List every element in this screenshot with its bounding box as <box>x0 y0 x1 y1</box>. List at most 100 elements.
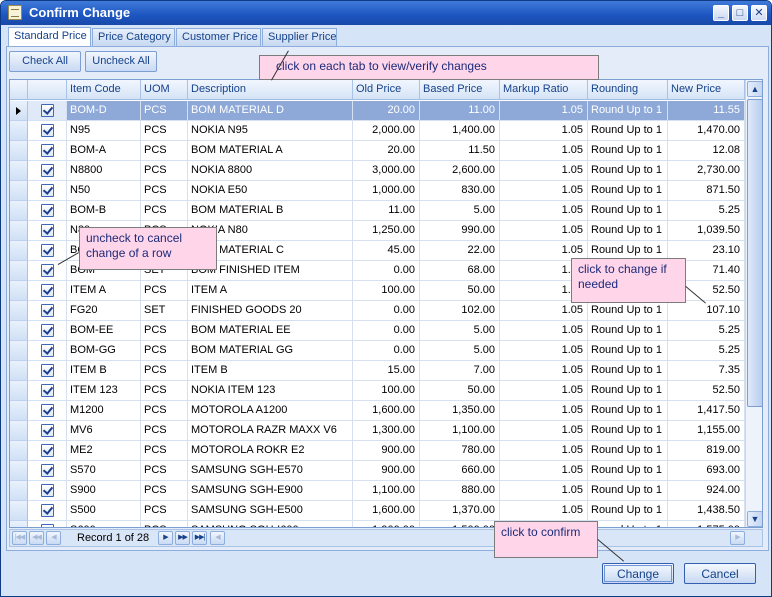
row-header[interactable] <box>10 521 28 527</box>
first-record-icon[interactable]: |◀◀ <box>12 531 27 545</box>
cell-rounding[interactable]: Round Up to 1 <box>588 361 668 381</box>
scroll-right-icon[interactable]: ▶ <box>730 531 745 545</box>
row-header[interactable] <box>10 361 28 381</box>
cell-rounding[interactable]: Round Up to 1 <box>588 101 668 121</box>
row-header[interactable] <box>10 281 28 301</box>
row-checkbox[interactable] <box>41 444 54 457</box>
row-header[interactable] <box>10 261 28 281</box>
table-row[interactable]: BOM-GG PCS BOM MATERIAL GG 0.00 5.00 1.05 Roun… <box>10 341 745 361</box>
row-checkbox[interactable] <box>41 504 54 517</box>
row-checkbox[interactable] <box>41 204 54 217</box>
row-header[interactable] <box>10 501 28 521</box>
table-row[interactable]: BOM-EE PCS BOM MATERIAL EE 0.00 5.00 1.05 Roun… <box>10 321 745 341</box>
table-row[interactable]: BOM-A PCS BOM MATERIAL A 20.00 11.50 1.05 Roun… <box>10 141 745 161</box>
row-checkbox[interactable] <box>41 484 54 497</box>
cancel-button[interactable]: Cancel <box>684 563 756 584</box>
row-header[interactable] <box>10 441 28 461</box>
column-header-uom[interactable]: UOM <box>141 80 188 100</box>
cell-rounding[interactable]: Round Up to 1 <box>588 181 668 201</box>
scroll-up-icon[interactable]: ▲ <box>747 81 762 97</box>
vertical-scrollbar[interactable]: ▲ ▼ <box>745 80 762 527</box>
row-header[interactable] <box>10 461 28 481</box>
row-header[interactable] <box>10 201 28 221</box>
table-row[interactable]: BOM-D PCS BOM MATERIAL D 20.00 11.00 1.05 Roun… <box>10 101 745 121</box>
close-icon[interactable]: ✕ <box>751 5 767 21</box>
cell-rounding[interactable]: Round Up to 1 <box>588 481 668 501</box>
column-header-item-code[interactable]: Item Code <box>67 80 141 100</box>
tab-customer-price[interactable]: Customer Price <box>176 28 261 47</box>
row-checkbox[interactable] <box>41 304 54 317</box>
tab-supplier-price[interactable]: Supplier Price <box>262 28 337 47</box>
row-checkbox[interactable] <box>41 404 54 417</box>
cell-rounding[interactable]: Round Up to 1 <box>588 301 668 321</box>
tab-price-category[interactable]: Price Category <box>92 28 175 47</box>
row-checkbox[interactable] <box>41 184 54 197</box>
column-header-description[interactable]: Description <box>188 80 353 100</box>
cell-rounding[interactable]: Round Up to 1 <box>588 341 668 361</box>
column-header-rounding[interactable]: Rounding <box>588 80 668 100</box>
column-header-based-price[interactable]: Based Price <box>420 80 500 100</box>
maximize-icon[interactable]: □ <box>732 5 748 21</box>
previous-record-icon[interactable]: ◀ <box>46 531 61 545</box>
last-record-icon[interactable]: ▶▶| <box>192 531 207 545</box>
row-header[interactable] <box>10 341 28 361</box>
table-row[interactable]: M1200 PCS MOTOROLA A1200 1,600.00 1,350.00 1.… <box>10 401 745 421</box>
scrollbar-thumb[interactable] <box>747 99 762 407</box>
row-checkbox[interactable] <box>41 244 54 257</box>
row-header[interactable] <box>10 161 28 181</box>
scroll-down-icon[interactable]: ▼ <box>747 511 762 527</box>
next-page-icon[interactable]: ▶▶ <box>175 531 190 545</box>
next-record-icon[interactable]: ▶ <box>158 531 173 545</box>
minimize-icon[interactable]: _ <box>713 5 729 21</box>
cell-rounding[interactable]: Round Up to 1 <box>588 521 668 527</box>
row-header[interactable] <box>10 181 28 201</box>
table-row[interactable]: N95 PCS NOKIA N95 2,000.00 1,400.00 1.05 Round… <box>10 121 745 141</box>
tab-standard-price[interactable]: Standard Price <box>8 27 91 47</box>
table-row[interactable]: S600PCSSAMSUNG SGH-I6001,900.001,500.00 1… <box>10 521 745 527</box>
column-header-old-price[interactable]: Old Price <box>353 80 420 100</box>
table-row[interactable]: ITEM 123 PCS NOKIA ITEM 123 100.00 50.00 1.05… <box>10 381 745 401</box>
column-header-select[interactable] <box>28 80 67 100</box>
row-header[interactable] <box>10 241 28 261</box>
scroll-left-icon[interactable]: ◀ <box>210 531 225 545</box>
check-all-button[interactable]: Check All <box>9 51 81 72</box>
cell-rounding[interactable]: Round Up to 1 <box>588 221 668 241</box>
table-row[interactable]: ITEM B PCS ITEM B 15.00 7.00 1.05 Round Up to … <box>10 361 745 381</box>
row-header[interactable] <box>10 401 28 421</box>
table-row[interactable]: S500 PCS SAMSUNG SGH-E500 1,600.00 1,370.00 1… <box>10 501 745 521</box>
row-checkbox[interactable] <box>41 264 54 277</box>
table-row[interactable]: S900 PCS SAMSUNG SGH-E900 1,100.00 880.00 1.0… <box>10 481 745 501</box>
table-row[interactable]: S570 PCS SAMSUNG SGH-E570 900.00 660.00 1.05 R… <box>10 461 745 481</box>
table-row[interactable]: ME2 PCS MOTOROLA ROKR E2 900.00 780.00 1.05 Ro… <box>10 441 745 461</box>
row-header[interactable] <box>10 101 28 121</box>
table-row[interactable]: FG20 SET FINISHED GOODS 20 0.00 102.00 1.05 Ro… <box>10 301 745 321</box>
change-button[interactable]: Change <box>602 563 674 584</box>
row-header[interactable] <box>10 141 28 161</box>
cell-rounding[interactable]: Round Up to 1 <box>588 381 668 401</box>
row-checkbox[interactable] <box>41 144 54 157</box>
row-checkbox[interactable] <box>41 164 54 177</box>
row-checkbox[interactable] <box>41 524 54 527</box>
row-checkbox[interactable] <box>41 284 54 297</box>
column-header-new-price[interactable]: New Price <box>668 80 745 100</box>
cell-rounding[interactable]: Round Up to 1 <box>588 421 668 441</box>
previous-page-icon[interactable]: ◀◀ <box>29 531 44 545</box>
cell-rounding[interactable]: Round Up to 1 <box>588 201 668 221</box>
cell-rounding[interactable]: Round Up to 1 <box>588 401 668 421</box>
row-checkbox[interactable] <box>41 424 54 437</box>
column-header-markup-ratio[interactable]: Markup Ratio <box>500 80 588 100</box>
row-header[interactable] <box>10 421 28 441</box>
row-checkbox[interactable] <box>41 104 54 117</box>
row-checkbox[interactable] <box>41 464 54 477</box>
row-checkbox[interactable] <box>41 384 54 397</box>
row-header[interactable] <box>10 381 28 401</box>
cell-rounding[interactable]: Round Up to 1 <box>588 321 668 341</box>
row-checkbox[interactable] <box>41 324 54 337</box>
table-row[interactable]: N8800 PCS NOKIA 8800 3,000.00 2,600.00 1.05 Ro… <box>10 161 745 181</box>
row-checkbox[interactable] <box>41 224 54 237</box>
row-header[interactable] <box>10 481 28 501</box>
cell-rounding[interactable]: Round Up to 1 <box>588 141 668 161</box>
cell-rounding[interactable]: Round Up to 1 <box>588 121 668 141</box>
row-header[interactable] <box>10 321 28 341</box>
row-checkbox[interactable] <box>41 124 54 137</box>
